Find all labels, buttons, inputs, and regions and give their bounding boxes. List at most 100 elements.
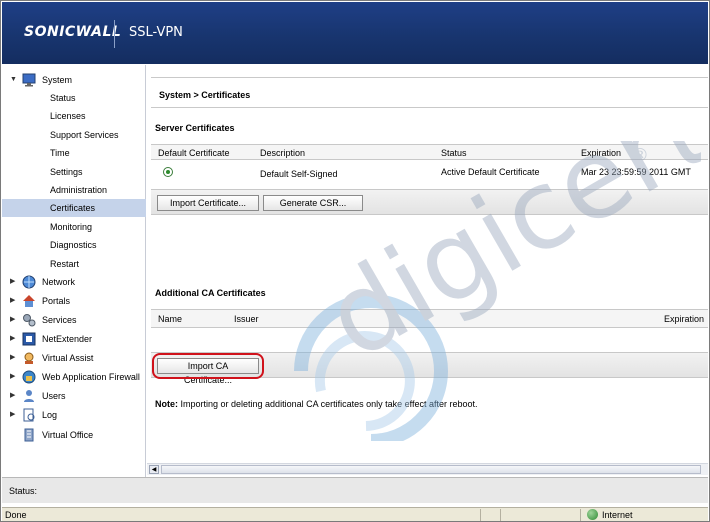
expand-arrow-icon[interactable]: ▶ bbox=[10, 387, 15, 405]
status-separator bbox=[580, 509, 581, 521]
note-text: Importing or deleting additional CA cert… bbox=[178, 399, 478, 409]
expand-arrow-icon[interactable]: ▶ bbox=[10, 311, 15, 329]
expand-arrow-icon[interactable]: ▶ bbox=[10, 292, 15, 310]
sidebar-item-label: Users bbox=[42, 391, 66, 401]
generate-csr-button[interactable]: Generate CSR... bbox=[263, 195, 363, 211]
sidebar-item-users[interactable]: ▶ Users bbox=[2, 387, 146, 405]
sidebar-item-label: Settings bbox=[50, 167, 83, 177]
sidebar-item-label: Certificates bbox=[50, 203, 96, 213]
sidebar-item-diagnostics[interactable]: Diagnostics bbox=[2, 236, 146, 254]
sidebar-item-netextender[interactable]: ▶ NetExtender bbox=[2, 330, 146, 348]
sidebar-item-label: Time bbox=[50, 148, 70, 158]
column-header-default: Default Certificate bbox=[158, 148, 230, 158]
scroll-left-icon[interactable]: ◀ bbox=[149, 465, 159, 474]
sidebar-item-system[interactable]: ▼ System bbox=[2, 71, 146, 89]
status-separator bbox=[480, 509, 481, 521]
certificate-description: Default Self-Signed bbox=[260, 169, 338, 179]
sidebar-item-licenses[interactable]: Licenses bbox=[2, 107, 146, 125]
column-header-description: Description bbox=[260, 148, 306, 158]
sidebar-item-support-services[interactable]: Support Services bbox=[2, 126, 146, 144]
default-certificate-radio[interactable] bbox=[163, 167, 173, 177]
firewall-icon bbox=[22, 370, 36, 384]
column-header-name: Name bbox=[158, 314, 183, 324]
import-certificate-button[interactable]: Import Certificate... bbox=[157, 195, 259, 211]
sidebar-item-virtual-assist[interactable]: ▶ Virtual Assist bbox=[2, 349, 146, 367]
globe-icon bbox=[22, 275, 36, 289]
monitor-icon bbox=[22, 73, 36, 87]
sidebar-item-label: Virtual Office bbox=[42, 430, 94, 440]
sidebar-item-status[interactable]: Status bbox=[2, 89, 146, 107]
sidebar-item-label: Restart bbox=[50, 259, 80, 269]
sidebar-item-label: Services bbox=[42, 315, 77, 325]
security-zone-label: Internet bbox=[602, 510, 633, 520]
note-label: Note: bbox=[155, 399, 178, 409]
assist-icon bbox=[22, 351, 36, 365]
sidebar-item-label: Support Services bbox=[50, 130, 119, 140]
certificate-status: Active Default Certificate bbox=[441, 167, 540, 177]
netextender-icon bbox=[22, 332, 36, 346]
gears-icon bbox=[22, 313, 36, 327]
browser-done-text: Done bbox=[5, 510, 27, 520]
sidebar-item-administration[interactable]: Administration bbox=[2, 181, 146, 199]
certificate-expiration: Mar 23 23:59:59 2011 GMT bbox=[581, 167, 691, 177]
ca-certificates-title: Additional CA Certificates bbox=[155, 288, 266, 298]
breadcrumb-separator bbox=[151, 107, 708, 108]
sidebar-item-time[interactable]: Time bbox=[2, 144, 146, 162]
reboot-note: Note: Importing or deleting additional C… bbox=[155, 399, 478, 409]
sidebar-item-web-application-firewall[interactable]: ▶ Web Application Firewall bbox=[2, 368, 146, 386]
sidebar-item-label: Network bbox=[42, 277, 76, 287]
product-title: SSL-VPN bbox=[129, 25, 183, 40]
app-window: SONICWALL SSL-VPN ▼ System Status Licens… bbox=[0, 0, 710, 522]
sidebar-item-label: Web Application Firewall bbox=[42, 372, 140, 382]
expand-arrow-icon[interactable]: ▶ bbox=[10, 273, 15, 291]
expand-arrow-icon[interactable]: ▶ bbox=[10, 368, 15, 386]
sidebar-item-services[interactable]: ▶ Services bbox=[2, 311, 146, 329]
sonicwall-logo: SONICWALL bbox=[24, 24, 122, 40]
sidebar-item-label: Licenses bbox=[50, 111, 86, 121]
server-certificates-header: Default Certificate Description Status E… bbox=[151, 144, 708, 160]
sidebar-item-virtual-office[interactable]: Virtual Office bbox=[2, 426, 146, 444]
sidebar-item-label: Administration bbox=[50, 185, 108, 195]
sidebar-item-label: Status bbox=[50, 93, 76, 103]
browser-status-bar: Done Internet bbox=[2, 507, 708, 521]
ca-certificates-header: Name Issuer Expiration bbox=[151, 309, 708, 328]
column-header-issuer: Issuer bbox=[234, 314, 259, 324]
sidebar-item-monitoring[interactable]: Monitoring bbox=[2, 218, 146, 236]
sidebar-item-label: Portals bbox=[42, 296, 71, 306]
sidebar-item-certificates[interactable]: Certificates bbox=[2, 199, 146, 217]
sidebar-item-label: Monitoring bbox=[50, 222, 93, 232]
server-certificates-toolbar: Import Certificate... Generate CSR... bbox=[151, 189, 708, 215]
sidebar-item-restart[interactable]: Restart bbox=[2, 255, 146, 273]
house-icon bbox=[22, 294, 36, 308]
expand-arrow-icon[interactable]: ▶ bbox=[10, 349, 15, 367]
sidebar-item-settings[interactable]: Settings bbox=[2, 163, 146, 181]
column-header-status: Status bbox=[441, 148, 467, 158]
sidebar-item-label: System bbox=[42, 75, 73, 85]
column-header-expiration: Expiration bbox=[664, 314, 705, 324]
sidebar-item-label: Diagnostics bbox=[50, 240, 97, 250]
internet-zone-icon bbox=[587, 509, 598, 520]
expand-arrow-icon[interactable]: ▼ bbox=[10, 71, 17, 89]
sidebar: ▼ System Status Licenses Support Service… bbox=[2, 65, 146, 477]
main-content: System > Certificates Server Certificate… bbox=[147, 65, 708, 477]
sidebar-item-portals[interactable]: ▶ Portals bbox=[2, 292, 146, 310]
sidebar-item-log[interactable]: ▶ Log bbox=[2, 406, 146, 424]
expand-arrow-icon[interactable]: ▶ bbox=[10, 330, 15, 348]
status-bar: Status: bbox=[2, 477, 708, 503]
app-header: SONICWALL SSL-VPN bbox=[2, 2, 708, 64]
sidebar-item-network[interactable]: ▶ Network bbox=[2, 273, 146, 291]
sidebar-item-label: NetExtender bbox=[42, 334, 93, 344]
expand-arrow-icon[interactable]: ▶ bbox=[10, 406, 15, 424]
server-certificates-title: Server Certificates bbox=[155, 123, 235, 133]
sidebar-item-label: Virtual Assist bbox=[42, 353, 94, 363]
scrollbar-thumb[interactable] bbox=[161, 465, 701, 474]
log-icon bbox=[22, 408, 36, 422]
users-icon bbox=[22, 389, 36, 403]
table-row[interactable]: Default Self-Signed Active Default Certi… bbox=[151, 161, 708, 185]
column-header-expiration: Expiration bbox=[581, 148, 622, 158]
office-icon bbox=[22, 428, 36, 442]
sidebar-item-label: Log bbox=[42, 410, 58, 420]
header-divider bbox=[114, 20, 115, 48]
status-label: Status: bbox=[9, 486, 38, 496]
horizontal-scrollbar[interactable]: ◀ bbox=[147, 463, 708, 475]
